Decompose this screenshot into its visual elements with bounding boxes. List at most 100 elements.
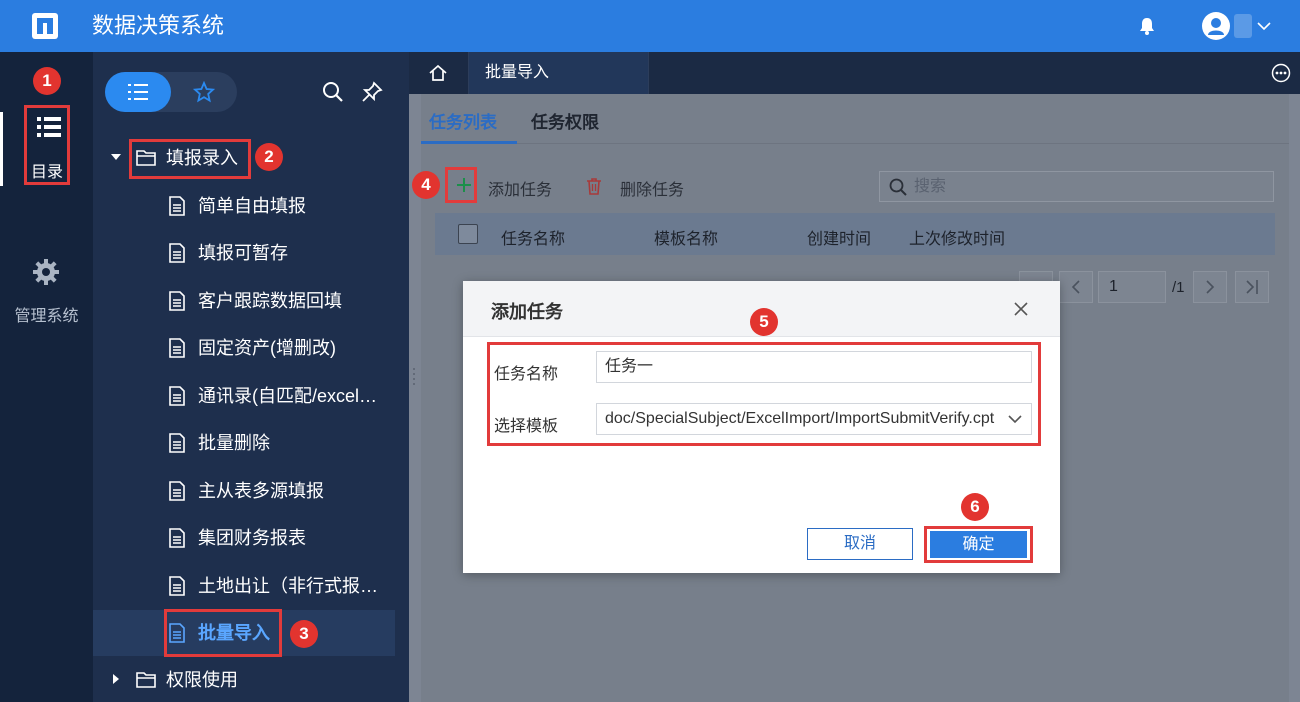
tab-bar: 批量导入 xyxy=(409,52,1300,94)
star-icon[interactable] xyxy=(193,81,215,103)
rail-management-label[interactable]: 管理系统 xyxy=(0,302,93,326)
document-icon xyxy=(169,433,185,453)
app-title: 数据决策系统 xyxy=(92,13,225,38)
view-toggle xyxy=(105,72,237,112)
tree-item[interactable]: 土地出让（非行式报表） xyxy=(168,562,396,610)
tree-item-label: 集团财务报表 xyxy=(198,528,306,548)
search-field[interactable] xyxy=(879,171,1274,202)
rail-directory-button[interactable]: 目录 xyxy=(24,105,70,185)
folder-icon xyxy=(136,672,156,688)
user-icon xyxy=(1208,18,1224,35)
column-header[interactable]: 创建时间 xyxy=(807,225,871,249)
directory-panel: 填报录入 简单自由填报 填报可暂存 客户跟踪数据回填 固定资产(增删改) 通讯录… xyxy=(93,52,409,702)
pager-prev-button[interactable] xyxy=(1059,271,1093,303)
document-icon xyxy=(169,481,185,501)
home-icon xyxy=(429,64,447,81)
trash-icon[interactable] xyxy=(586,177,602,195)
ok-highlight-box: 确定 xyxy=(924,526,1033,563)
search-icon xyxy=(889,178,907,196)
more-icon[interactable] xyxy=(1271,63,1291,83)
username-blurred xyxy=(1234,14,1252,38)
confirm-button[interactable]: 确定 xyxy=(930,531,1027,558)
template-select-value: doc/SpecialSubject/ExcelImport/ImportSub… xyxy=(605,410,995,427)
pager-next-button[interactable] xyxy=(1193,271,1227,303)
task-name-label: 任务名称 xyxy=(494,366,559,383)
tree-item-label: 通讯录(自匹配/excel导入) xyxy=(198,386,393,406)
rail-active-indicator xyxy=(0,112,3,186)
home-tab[interactable] xyxy=(409,52,469,94)
column-header[interactable]: 模板名称 xyxy=(654,225,718,249)
highlight-box xyxy=(129,139,251,179)
tree-item-label: 客户跟踪数据回填 xyxy=(198,291,342,311)
tree-item[interactable]: 通讯录(自匹配/excel导入) xyxy=(168,372,396,420)
page-number-input[interactable]: 1 xyxy=(1098,271,1166,303)
tab-task-permission[interactable]: 任务权限 xyxy=(531,108,599,133)
chevron-right-icon xyxy=(1206,280,1215,294)
form-highlight-box: 任务名称 任务一 选择模板 doc/SpecialSubject/ExcelIm… xyxy=(487,342,1041,446)
template-select[interactable]: doc/SpecialSubject/ExcelImport/ImportSub… xyxy=(596,403,1032,435)
document-icon xyxy=(169,386,185,406)
chevron-last-icon xyxy=(1246,280,1258,294)
caret-down-icon xyxy=(111,154,121,160)
column-header[interactable]: 上次修改时间 xyxy=(909,225,1005,249)
add-task-button[interactable] xyxy=(445,167,477,203)
tree-item[interactable]: 简单自由填报 xyxy=(168,182,396,230)
avatar[interactable] xyxy=(1202,12,1230,40)
cancel-button[interactable]: 取消 xyxy=(807,528,913,560)
step-callout: 6 xyxy=(961,493,989,521)
gear-icon[interactable] xyxy=(31,257,61,287)
bell-icon[interactable] xyxy=(1137,16,1157,36)
chevron-down-icon[interactable] xyxy=(1256,18,1272,34)
left-rail: 目录 管理系统 xyxy=(0,52,93,702)
caret-right-icon xyxy=(113,674,119,684)
tree-item-label: 批量删除 xyxy=(198,433,270,453)
tree-item-label: 主从表多源填报 xyxy=(198,481,324,501)
template-label: 选择模板 xyxy=(494,418,559,435)
document-icon xyxy=(169,196,185,216)
plus-icon xyxy=(457,178,471,192)
top-bar: 数据决策系统 xyxy=(0,0,1300,52)
column-header[interactable]: 任务名称 xyxy=(501,225,565,249)
document-icon xyxy=(169,338,185,358)
step-callout: 4 xyxy=(412,171,440,199)
tab-batch-import[interactable]: 批量导入 xyxy=(469,52,649,94)
rail-directory-label: 目录 xyxy=(30,164,63,181)
select-all-checkbox[interactable] xyxy=(458,224,478,244)
task-name-input[interactable]: 任务一 xyxy=(596,351,1032,383)
tab-task-list[interactable]: 任务列表 xyxy=(429,108,497,133)
page-total: /1 xyxy=(1172,279,1185,296)
chevron-down-icon xyxy=(1008,415,1022,424)
pin-icon[interactable] xyxy=(361,81,383,103)
search-input[interactable] xyxy=(914,175,1264,198)
active-tab-underline xyxy=(421,141,517,144)
chevron-left-icon xyxy=(1071,280,1080,294)
close-icon[interactable] xyxy=(1013,301,1029,317)
splitter-handle[interactable] xyxy=(412,366,416,386)
tree-item-label: 填报可暂存 xyxy=(198,243,288,263)
document-icon xyxy=(169,576,185,596)
logo-icon xyxy=(32,13,58,39)
tree-item-label: 土地出让（非行式报表） xyxy=(198,576,393,596)
step-callout: 5 xyxy=(750,308,778,336)
tree-item[interactable]: 固定资产(增删改) xyxy=(168,324,396,372)
tree-item[interactable]: 填报可暂存 xyxy=(168,229,396,277)
tree-item[interactable]: 批量删除 xyxy=(168,419,396,467)
tree-item-label: 简单自由填报 xyxy=(198,196,306,216)
list-view-button[interactable] xyxy=(105,72,171,112)
add-task-label[interactable]: 添加任务 xyxy=(488,176,552,200)
dialog-title: 添加任务 xyxy=(491,302,563,322)
list-view-icon xyxy=(128,84,148,100)
table-header: 任务名称 模板名称 创建时间 上次修改时间 xyxy=(435,213,1275,255)
sub-tabs: 任务列表 任务权限 xyxy=(421,94,1289,144)
tree-item-label: 固定资产(增删改) xyxy=(198,338,336,358)
document-icon xyxy=(169,291,185,311)
pager-last-button[interactable] xyxy=(1235,271,1269,303)
tree-item[interactable]: 集团财务报表 xyxy=(168,514,396,562)
search-icon[interactable] xyxy=(322,81,344,103)
tree-item[interactable]: 客户跟踪数据回填 xyxy=(168,277,396,325)
tree-folder-label: 权限使用 xyxy=(166,670,238,690)
tree-item[interactable]: 主从表多源填报 xyxy=(168,467,396,515)
document-icon xyxy=(169,528,185,548)
delete-task-label[interactable]: 删除任务 xyxy=(620,176,684,200)
document-icon xyxy=(169,243,185,263)
